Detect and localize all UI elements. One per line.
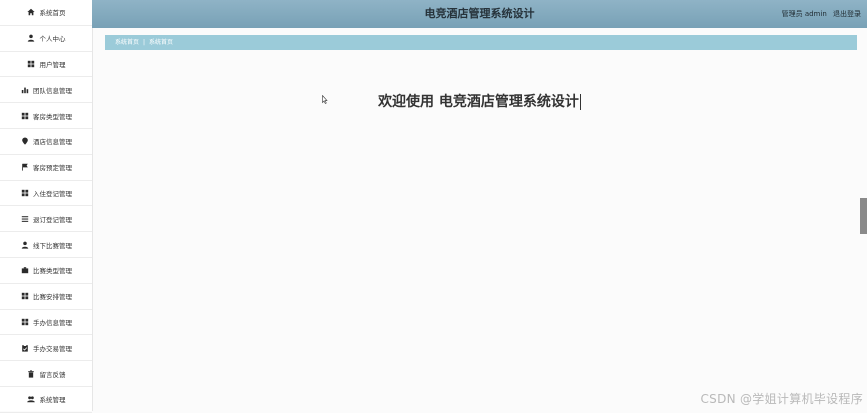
sidebar-item-label: 客房类型管理 [33, 112, 72, 121]
grid-icon [20, 111, 29, 120]
sidebar-item-label: 系统首页 [39, 9, 66, 18]
logout-link[interactable]: 退出登录 [833, 10, 861, 18]
sidebar-item-label: 留言反馈 [39, 370, 66, 379]
sidebar-item-label: 酒店信息管理 [33, 138, 72, 147]
users-icon [27, 395, 36, 404]
map-pin-icon [20, 137, 29, 146]
breadcrumb: 系统首页 | 系统首页 [105, 35, 857, 50]
trash-icon [27, 369, 36, 378]
breadcrumb-item-current: 系统首页 [149, 39, 174, 46]
list-icon [20, 214, 29, 223]
sidebar-item-label: 系统管理 [39, 396, 66, 405]
app-title: 电竞酒店管理系统设计 [424, 7, 535, 20]
sidebar-item-booking[interactable]: 客房预定管理 [0, 155, 92, 181]
grid-icon [20, 317, 29, 326]
flag-icon [20, 163, 29, 172]
sidebar-item-label: 手办交易管理 [33, 344, 72, 353]
watermark: CSDN @学姐计算机毕设程序 [700, 392, 863, 406]
briefcase-icon [20, 266, 29, 275]
sidebar-item-label: 线下比赛管理 [33, 241, 72, 250]
sidebar-item-label: 比赛类型管理 [33, 267, 72, 276]
sidebar-item-label: 手办信息管理 [33, 318, 72, 327]
home-icon [27, 8, 36, 17]
sidebar-item-label: 退订登记管理 [33, 215, 72, 224]
breadcrumb-separator: | [143, 39, 146, 46]
sidebar-item-label: 用户管理 [39, 60, 66, 69]
sidebar-item-home[interactable]: 系统首页 [0, 0, 92, 26]
sidebar-item-checkin[interactable]: 入住登记管理 [0, 181, 92, 207]
sidebar-item-offline-match[interactable]: 线下比赛管理 [0, 232, 92, 258]
sidebar-item-label: 个人中心 [39, 35, 66, 44]
user-icon [20, 240, 29, 249]
sidebar-item-match-type[interactable]: 比赛类型管理 [0, 258, 92, 284]
welcome-heading: 欢迎使用 电竞酒店管理系统设计 [0, 91, 867, 111]
sidebar-item-system[interactable]: 系统管理 [0, 387, 92, 413]
top-header: 电竞酒店管理系统设计 管理员 admin 退出登录 [92, 0, 867, 28]
sidebar-item-label: 比赛安排管理 [33, 293, 72, 302]
sidebar-item-feedback[interactable]: 留言反馈 [0, 361, 92, 387]
mouse-pointer-icon [322, 95, 328, 104]
grid-icon [20, 292, 29, 301]
grid-icon [20, 188, 29, 197]
clipboard-icon [20, 343, 29, 352]
sidebar-item-profile[interactable]: 个人中心 [0, 26, 92, 52]
user-area: 管理员 admin 退出登录 [782, 0, 861, 28]
user-icon [27, 34, 36, 43]
sidebar-item-label: 客房预定管理 [33, 164, 72, 173]
sidebar-item-match-schedule[interactable]: 比赛安排管理 [0, 284, 92, 310]
welcome-text: 欢迎使用 电竞酒店管理系统设计 [378, 94, 579, 110]
sidebar-item-users[interactable]: 用户管理 [0, 52, 92, 78]
sidebar-item-cancel[interactable]: 退订登记管理 [0, 206, 92, 233]
sidebar-item-figure-info[interactable]: 手办信息管理 [0, 310, 92, 336]
breadcrumb-item-home[interactable]: 系统首页 [115, 39, 139, 46]
grid-icon [27, 59, 36, 68]
user-label[interactable]: 管理员 admin [782, 10, 827, 18]
sidebar: 系统首页 个人中心 用户管理 团队信息管理 客房类型管理 酒店信息管理 客房预定… [0, 0, 93, 413]
sidebar-item-figure-trade[interactable]: 手办交易管理 [0, 335, 92, 362]
sidebar-item-label: 入住登记管理 [33, 189, 72, 198]
text-caret [579, 94, 581, 110]
scrollbar-thumb[interactable] [860, 198, 867, 234]
sidebar-item-hotel[interactable]: 酒店信息管理 [0, 129, 92, 155]
